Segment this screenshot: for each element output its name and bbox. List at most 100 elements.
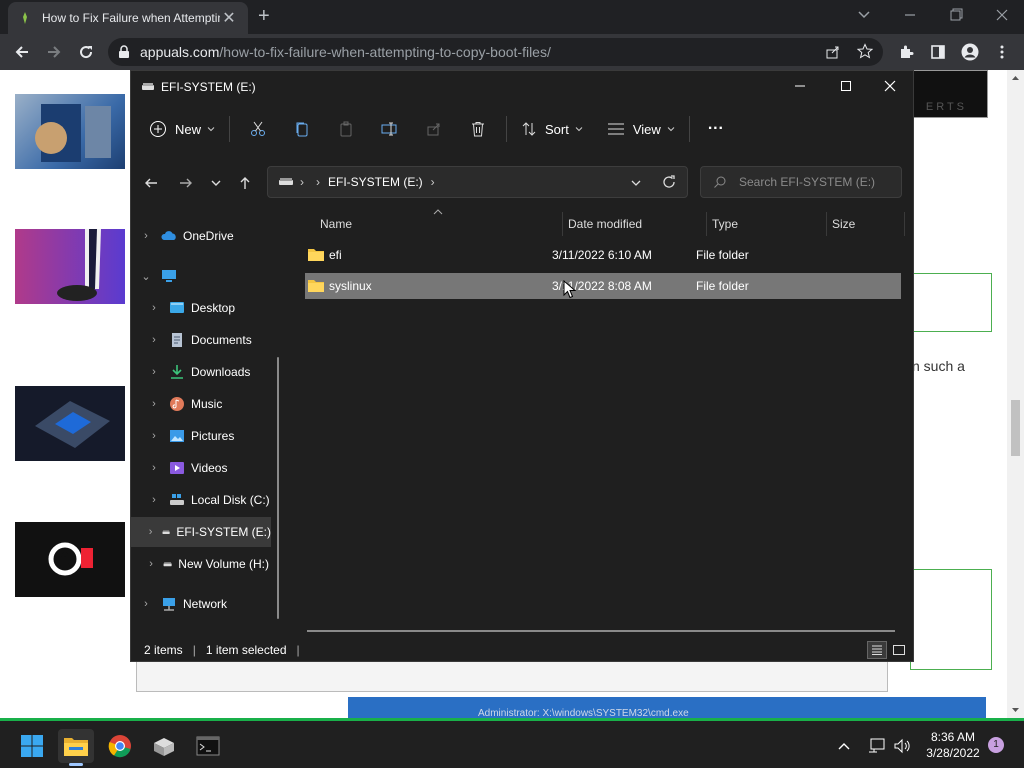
forward-arrow-icon[interactable] xyxy=(173,171,199,195)
column-header-size[interactable]: Size xyxy=(832,212,855,236)
column-divider[interactable] xyxy=(904,212,905,236)
start-button-windows-icon[interactable] xyxy=(14,729,50,763)
nav-item-label: New Volume (H:) xyxy=(178,557,269,571)
column-divider[interactable] xyxy=(562,212,563,236)
address-bar[interactable]: › › EFI-SYSTEM (E:) › xyxy=(267,166,688,198)
cut-button[interactable] xyxy=(236,113,280,145)
view-lines-icon xyxy=(607,123,624,135)
share-icon[interactable] xyxy=(825,44,841,60)
tab-search-icon[interactable] xyxy=(844,5,884,25)
article-thumbnail-cpu[interactable] xyxy=(15,94,125,169)
back-arrow-icon[interactable] xyxy=(138,171,164,195)
nav-item-efi-system[interactable]: › EFI-SYSTEM (E:) xyxy=(131,517,271,547)
nav-item-pictures[interactable]: › Pictures xyxy=(147,421,234,451)
expand-chevron-icon[interactable]: › xyxy=(147,334,161,346)
trash-icon xyxy=(472,122,485,137)
search-input[interactable]: Search EFI-SYSTEM (E:) xyxy=(700,166,902,198)
navigation-pane-scrollbar[interactable] xyxy=(277,357,279,619)
column-divider[interactable] xyxy=(826,212,827,236)
expand-chevron-icon[interactable]: › xyxy=(147,430,161,442)
column-header-date-modified[interactable]: Date modified xyxy=(568,212,642,236)
table-row-selected[interactable]: syslinux 3/11/2022 8:08 AM File folder xyxy=(305,273,901,299)
large-icons-view-icon[interactable] xyxy=(889,641,909,659)
nav-item-label: Documents xyxy=(191,333,252,347)
expand-chevron-icon[interactable]: › xyxy=(139,598,153,610)
tab-close-icon[interactable]: ✕ xyxy=(220,8,238,28)
minimize-icon[interactable] xyxy=(890,5,930,25)
recent-locations-icon[interactable] xyxy=(203,171,229,195)
forward-icon[interactable] xyxy=(38,36,70,68)
table-row[interactable]: efi 3/11/2022 6:10 AM File folder xyxy=(305,242,901,268)
nav-item-this-pc[interactable]: ⌄ xyxy=(139,261,183,291)
page-scrollbar[interactable] xyxy=(1007,70,1024,718)
expand-chevron-icon[interactable]: › xyxy=(147,302,161,314)
nav-item-downloads[interactable]: › Downloads xyxy=(147,357,250,387)
details-view-icon[interactable] xyxy=(867,641,887,659)
column-divider[interactable] xyxy=(706,212,707,236)
explorer-maximize-icon[interactable] xyxy=(823,71,869,101)
show-hidden-icons-chevron-icon[interactable] xyxy=(832,729,856,763)
extensions-icon[interactable] xyxy=(890,34,922,70)
nav-item-label: Local Disk (C:) xyxy=(191,493,270,507)
column-header-name[interactable]: Name xyxy=(320,212,352,236)
expand-chevron-icon[interactable]: › xyxy=(147,462,161,474)
taskbar-app-icon[interactable] xyxy=(146,729,182,763)
paste-button[interactable] xyxy=(324,113,368,145)
share-button[interactable] xyxy=(412,113,456,145)
rename-button[interactable] xyxy=(368,113,412,145)
collapse-chevron-icon[interactable]: ⌄ xyxy=(139,270,153,283)
new-button[interactable]: New xyxy=(145,113,223,145)
network-status-icon[interactable] xyxy=(864,729,890,763)
close-window-icon[interactable] xyxy=(982,5,1022,25)
nav-item-network[interactable]: › Network xyxy=(139,589,227,619)
reload-icon[interactable] xyxy=(70,36,102,68)
new-tab-button[interactable]: + xyxy=(258,5,270,28)
explorer-close-icon[interactable] xyxy=(867,71,913,101)
nav-item-local-disk[interactable]: › Local Disk (C:) xyxy=(147,485,270,515)
system-clock[interactable]: 8:36 AM 3/28/2022 xyxy=(918,729,988,761)
notification-badge[interactable]: 1 xyxy=(988,737,1004,753)
browser-tab[interactable]: How to Fix Failure when Attempting ✕ xyxy=(8,2,248,34)
expand-chevron-icon[interactable]: › xyxy=(147,494,161,506)
column-header-type[interactable]: Type xyxy=(712,212,738,236)
article-thumbnail-console[interactable] xyxy=(15,229,125,304)
profile-avatar-icon[interactable] xyxy=(954,34,986,70)
volume-icon[interactable] xyxy=(890,729,914,763)
expand-chevron-icon[interactable]: › xyxy=(147,366,161,378)
nav-item-documents[interactable]: › Documents xyxy=(147,325,252,355)
expand-chevron-icon[interactable]: › xyxy=(147,398,161,410)
address-omnibox[interactable]: appuals.com/how-to-fix-failure-when-atte… xyxy=(108,38,883,66)
selection-count: 1 item selected xyxy=(205,643,287,657)
expand-chevron-icon[interactable]: › xyxy=(139,230,153,242)
article-thumbnail-overwatch[interactable] xyxy=(15,522,125,597)
refresh-icon[interactable] xyxy=(662,175,676,189)
expand-chevron-icon[interactable]: › xyxy=(147,558,155,570)
taskbar-file-explorer-icon[interactable] xyxy=(58,729,94,766)
address-dropdown-icon[interactable] xyxy=(630,177,642,189)
clock-date: 3/28/2022 xyxy=(926,746,980,760)
side-panel-icon[interactable] xyxy=(922,34,954,70)
expand-chevron-icon[interactable]: › xyxy=(147,526,154,538)
chrome-menu-icon[interactable] xyxy=(986,34,1018,70)
article-thumbnail-chip[interactable] xyxy=(15,386,125,461)
up-arrow-icon[interactable] xyxy=(232,171,258,195)
taskbar-terminal-icon[interactable] xyxy=(190,729,226,763)
delete-button[interactable] xyxy=(456,113,500,145)
view-button[interactable]: View xyxy=(599,113,683,145)
taskbar-chrome-icon[interactable] xyxy=(102,729,138,763)
see-more-button[interactable]: ··· xyxy=(696,113,736,145)
explorer-command-bar: New Sort View ··· xyxy=(131,107,913,151)
nav-item-onedrive[interactable]: › OneDrive xyxy=(139,221,234,251)
sort-button[interactable]: Sort xyxy=(513,113,591,145)
nav-item-videos[interactable]: › Videos xyxy=(147,453,227,483)
copy-button[interactable] xyxy=(280,113,324,145)
horizontal-scrollbar[interactable] xyxy=(307,630,895,632)
nav-item-new-volume[interactable]: › New Volume (H:) xyxy=(147,549,269,579)
restore-icon[interactable] xyxy=(936,5,976,25)
explorer-minimize-icon[interactable] xyxy=(777,71,823,101)
back-icon[interactable] xyxy=(6,36,38,68)
nav-item-music[interactable]: › Music xyxy=(147,389,222,419)
nav-item-desktop[interactable]: › Desktop xyxy=(147,293,235,323)
bookmark-star-icon[interactable] xyxy=(857,43,873,59)
breadcrumb-location[interactable]: EFI-SYSTEM (E:) xyxy=(328,175,423,189)
